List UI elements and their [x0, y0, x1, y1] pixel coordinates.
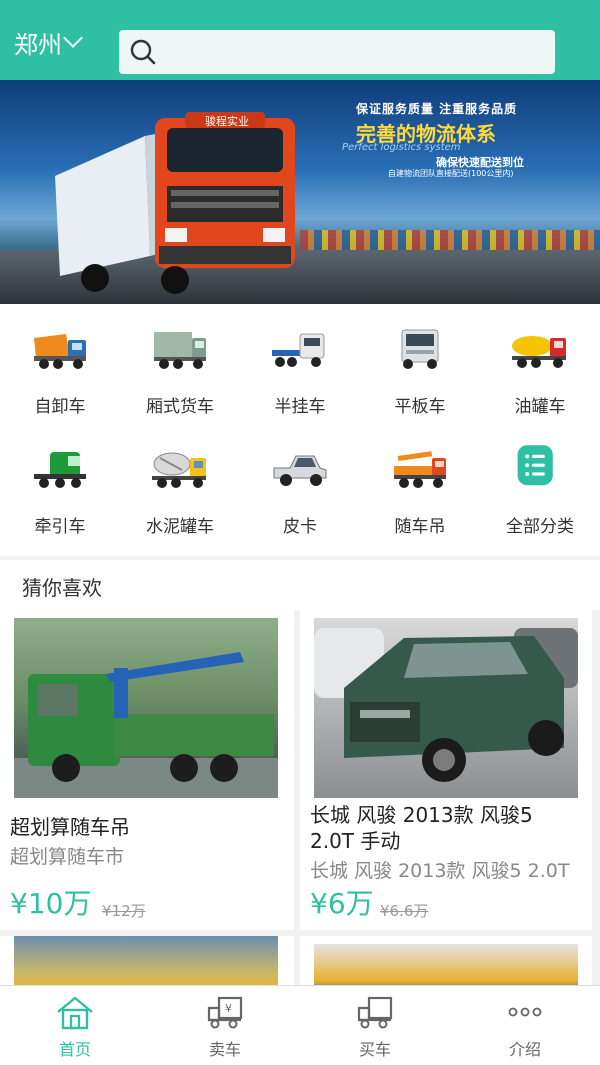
sell-truck-icon: ¥	[207, 996, 243, 1029]
section-title: 猜你喜欢	[22, 576, 102, 600]
product-card[interactable]: 长城 风骏 2013款 风骏5 2.0T 手动 长城 风骏 2013款 风骏5 …	[300, 610, 592, 930]
nav-label: 买车	[358, 1040, 391, 1059]
chevron-down-icon	[63, 28, 83, 48]
category-label: 随车吊	[394, 517, 446, 537]
nav-label: 卖车	[208, 1040, 241, 1059]
category-tractor[interactable]: 牵引车	[0, 424, 120, 544]
category-grid: 自卸车 厢式货车 半挂车 平板车 油罐车 牵引车 水泥罐车 皮卡 随车吊 全部分…	[0, 304, 600, 556]
product-price: ¥10万	[10, 887, 92, 920]
cement-mixer-icon	[152, 452, 206, 488]
tanker-truck-icon	[512, 336, 566, 368]
category-label: 自卸车	[34, 397, 86, 417]
product-subtitle: 长城 风骏 2013款 风骏5 2.0T	[310, 860, 570, 882]
product-old-price: ¥6.6万	[380, 902, 429, 920]
truck-illustration: 骏程实业	[55, 112, 295, 294]
product-title: 长城 风骏 2013款 风骏5 2.0T 手动	[310, 803, 533, 853]
buy-truck-icon	[357, 996, 393, 1029]
recommend-section-header: 猜你喜欢	[0, 560, 600, 610]
box-truck-icon	[154, 332, 206, 369]
category-dump-truck[interactable]: 自卸车	[0, 304, 120, 424]
app-screen: 郑州 骏程实业 保证服务质量 注重服务品质 完善的物流体系 Perfect lo…	[0, 0, 600, 1065]
nav-buy[interactable]: 买车	[300, 986, 450, 1065]
nav-home[interactable]: 首页	[0, 986, 150, 1065]
list-icon	[517, 445, 553, 486]
nav-label: 介绍	[508, 1040, 541, 1059]
category-box-truck[interactable]: 厢式货车	[120, 304, 240, 424]
category-cement-mixer[interactable]: 水泥罐车	[120, 424, 240, 544]
category-label: 油罐车	[514, 397, 566, 417]
category-label: 皮卡	[283, 517, 317, 537]
category-flatbed[interactable]: 平板车	[360, 304, 480, 424]
dump-truck-icon	[34, 334, 86, 369]
product-card[interactable]: 超划算随车吊 超划算随车市 ¥10万 ¥12万	[0, 610, 294, 930]
crane-truck-icon	[394, 451, 446, 488]
product-photo	[314, 618, 578, 798]
nav-intro[interactable]: 介绍	[450, 986, 600, 1065]
banner-line-3: Perfect logistics system	[342, 142, 461, 153]
city-label: 郑州	[14, 30, 62, 59]
banner-line-5: 自建物流团队直接配送(100公里内)	[388, 169, 514, 178]
banner-line-1: 保证服务质量 注重服务品质	[356, 102, 518, 116]
category-all[interactable]: 全部分类	[480, 424, 600, 544]
tractor-truck-icon	[34, 452, 86, 488]
product-title: 超划算随车吊	[10, 815, 130, 839]
nav-label: 首页	[58, 1040, 91, 1059]
bottom-nav: 首页 ¥ 卖车 买车 介绍	[0, 985, 600, 1065]
category-label: 半挂车	[274, 397, 326, 417]
truck-brand: 骏程实业	[205, 114, 249, 128]
category-crane-truck[interactable]: 随车吊	[360, 424, 480, 544]
category-label: 平板车	[394, 397, 446, 417]
product-price: ¥6万	[310, 887, 374, 920]
city-selector[interactable]: 郑州	[14, 24, 83, 60]
category-label: 水泥罐车	[146, 517, 214, 537]
category-label: 厢式货车	[146, 397, 214, 417]
promo-banner[interactable]: 骏程实业 保证服务质量 注重服务品质 完善的物流体系 Perfect logis…	[0, 80, 600, 304]
semi-trailer-icon	[272, 333, 325, 367]
home-icon	[57, 996, 93, 1030]
product-old-price: ¥12万	[102, 902, 146, 920]
pickup-icon	[273, 455, 327, 486]
svg-text:¥: ¥	[225, 1002, 232, 1015]
product-subtitle: 超划算随车市	[10, 846, 125, 868]
search-icon	[130, 39, 156, 65]
category-label: 全部分类	[506, 517, 574, 537]
category-pickup[interactable]: 皮卡	[240, 424, 360, 544]
flatbed-truck-icon	[401, 329, 439, 369]
nav-sell[interactable]: ¥ 卖车	[150, 986, 300, 1065]
category-semi-trailer[interactable]: 半挂车	[240, 304, 360, 424]
category-tanker[interactable]: 油罐车	[480, 304, 600, 424]
more-icon	[508, 1007, 542, 1017]
top-bar: 郑州	[0, 0, 600, 80]
search-input[interactable]	[119, 30, 555, 74]
category-label: 牵引车	[34, 517, 86, 537]
product-photo	[14, 618, 278, 798]
